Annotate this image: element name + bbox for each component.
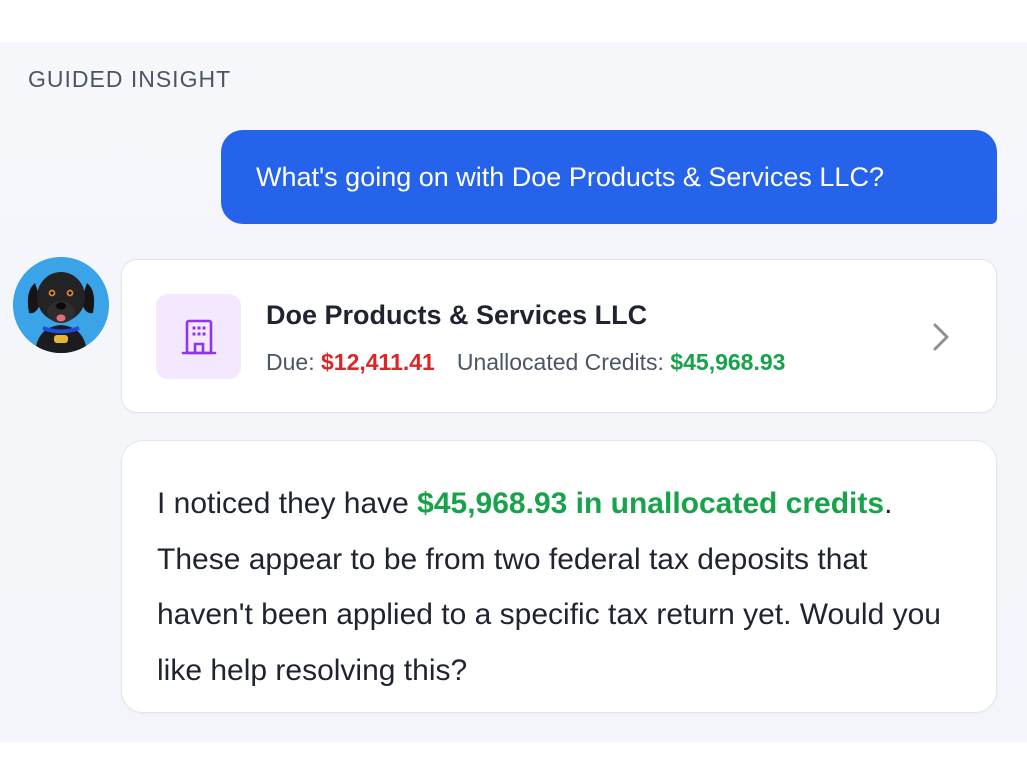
credits-label: Unallocated Credits: <box>456 349 664 375</box>
entity-card[interactable]: Doe Products & Services LLC Due: $12,411… <box>121 259 997 413</box>
user-message-bubble: What's going on with Doe Products & Serv… <box>221 130 997 224</box>
entity-meta: Due: $12,411.41 Unallocated Credits: $45,… <box>266 349 785 376</box>
due-amount: $12,411.41 <box>320 349 435 375</box>
credits-amount: $45,968.93 <box>670 349 786 375</box>
chevron-right-icon[interactable] <box>930 322 954 352</box>
section-label: GUIDED INSIGHT <box>28 66 232 92</box>
building-icon <box>181 319 217 355</box>
assistant-avatar <box>13 257 109 353</box>
message-highlight: $45,968.93 in unallocated credits <box>417 487 885 520</box>
due-label: Due: <box>266 349 315 375</box>
assistant-message-card: I noticed they have $45,968.93 in unallo… <box>121 440 997 713</box>
message-prefix: I noticed they have <box>157 487 418 520</box>
dog-avatar-icon <box>13 257 109 353</box>
entity-icon-tile <box>156 294 241 379</box>
entity-name: Doe Products & Services LLC <box>266 300 648 330</box>
